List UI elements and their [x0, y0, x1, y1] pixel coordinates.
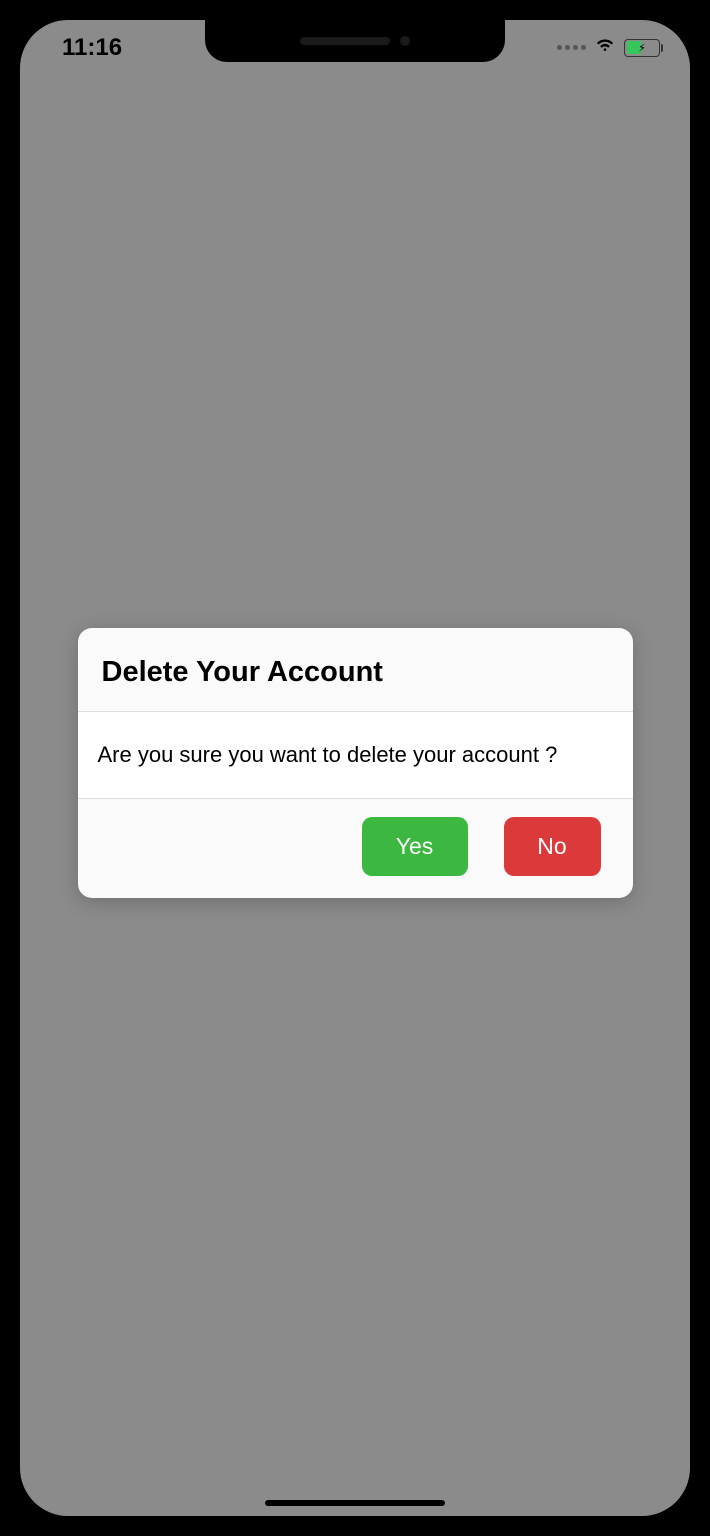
battery-icon: ⚡︎: [624, 39, 660, 57]
dialog-body: Are you sure you want to delete your acc…: [78, 712, 633, 799]
screen: 11:16 ⚡︎: [20, 20, 690, 1516]
device-frame: 11:16 ⚡︎: [8, 8, 702, 1528]
dialog-footer: Yes No: [78, 799, 633, 898]
dialog-title: Delete Your Account: [102, 656, 609, 689]
signal-dots-icon: [557, 45, 586, 50]
dialog-overlay: Delete Your Account Are you sure you wan…: [20, 20, 690, 1516]
front-camera: [400, 36, 410, 46]
dialog-message: Are you sure you want to delete your acc…: [98, 742, 613, 768]
speaker-grill: [300, 37, 390, 45]
status-indicators: ⚡︎: [557, 34, 660, 61]
device-notch: [205, 20, 505, 62]
status-time: 11:16: [62, 34, 122, 62]
dialog-header: Delete Your Account: [78, 628, 633, 712]
yes-button[interactable]: Yes: [362, 817, 468, 876]
no-button[interactable]: No: [504, 817, 601, 876]
home-indicator[interactable]: [265, 1500, 445, 1506]
wifi-icon: [594, 34, 616, 61]
battery-charging-icon: ⚡︎: [638, 41, 646, 54]
confirm-dialog: Delete Your Account Are you sure you wan…: [78, 628, 633, 898]
